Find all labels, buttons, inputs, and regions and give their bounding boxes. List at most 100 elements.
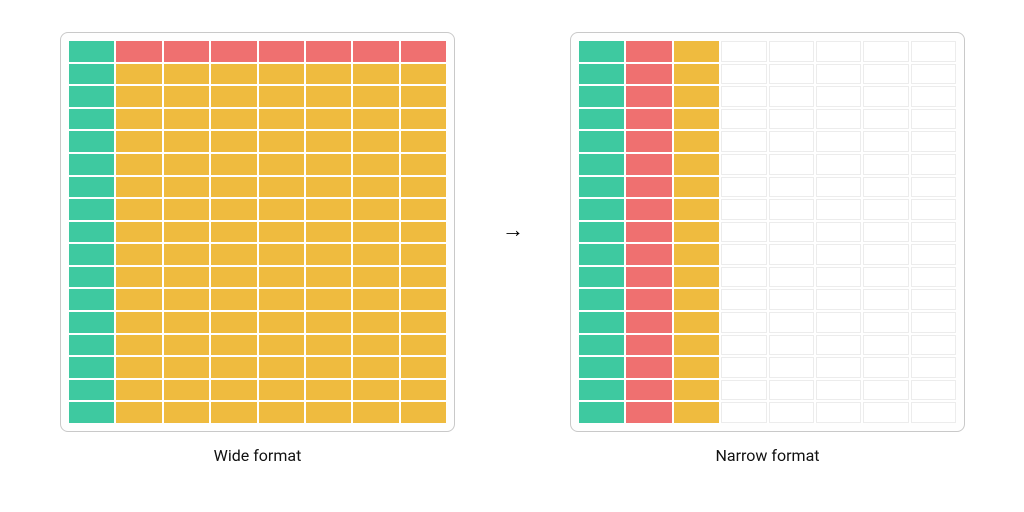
grid-cell — [769, 64, 814, 85]
grid-cell — [911, 335, 956, 356]
grid-cell — [69, 177, 114, 198]
grid-cell — [306, 267, 351, 288]
grid-cell — [911, 64, 956, 85]
arrow-icon: → — [502, 220, 524, 242]
grid-cell — [911, 289, 956, 310]
grid-cell — [69, 244, 114, 265]
grid-cell — [911, 131, 956, 152]
wide-format-grid — [69, 41, 446, 423]
grid-cell — [211, 199, 256, 220]
grid-cell — [863, 244, 908, 265]
grid-cell — [579, 244, 624, 265]
grid-cell — [211, 109, 256, 130]
grid-cell — [306, 357, 351, 378]
grid-cell — [211, 357, 256, 378]
grid-cell — [69, 312, 114, 333]
grid-cell — [116, 199, 161, 220]
grid-cell — [69, 222, 114, 243]
grid-cell — [306, 64, 351, 85]
grid-cell — [164, 267, 209, 288]
grid-cell — [579, 131, 624, 152]
grid-cell — [353, 222, 398, 243]
grid-cell — [116, 86, 161, 107]
grid-cell — [164, 109, 209, 130]
grid-cell — [211, 64, 256, 85]
grid-cell — [306, 289, 351, 310]
grid-cell — [816, 41, 861, 62]
grid-cell — [164, 131, 209, 152]
grid-cell — [674, 109, 719, 130]
grid-cell — [259, 244, 304, 265]
grid-cell — [164, 312, 209, 333]
grid-cell — [626, 357, 671, 378]
grid-cell — [863, 222, 908, 243]
grid-cell — [911, 222, 956, 243]
grid-cell — [353, 154, 398, 175]
grid-cell — [164, 289, 209, 310]
grid-cell — [579, 335, 624, 356]
grid-cell — [911, 199, 956, 220]
grid-cell — [116, 222, 161, 243]
grid-cell — [69, 199, 114, 220]
grid-cell — [69, 109, 114, 130]
narrow-format-caption: Narrow format — [570, 446, 965, 465]
grid-cell — [769, 131, 814, 152]
grid-cell — [863, 86, 908, 107]
grid-cell — [116, 131, 161, 152]
grid-cell — [911, 86, 956, 107]
grid-cell — [674, 357, 719, 378]
grid-cell — [164, 244, 209, 265]
grid-cell — [401, 64, 446, 85]
grid-cell — [721, 154, 766, 175]
grid-cell — [259, 177, 304, 198]
grid-cell — [911, 267, 956, 288]
grid-cell — [721, 380, 766, 401]
grid-cell — [164, 199, 209, 220]
grid-cell — [721, 312, 766, 333]
grid-cell — [674, 244, 719, 265]
grid-cell — [259, 64, 304, 85]
grid-cell — [259, 199, 304, 220]
grid-cell — [211, 86, 256, 107]
grid-cell — [69, 131, 114, 152]
grid-cell — [306, 402, 351, 423]
grid-cell — [259, 131, 304, 152]
grid-cell — [259, 267, 304, 288]
grid-cell — [69, 154, 114, 175]
grid-cell — [306, 199, 351, 220]
wide-format-caption: Wide format — [60, 446, 455, 465]
narrow-format-grid — [579, 41, 956, 423]
grid-cell — [116, 109, 161, 130]
grid-cell — [911, 244, 956, 265]
grid-cell — [116, 380, 161, 401]
grid-cell — [211, 154, 256, 175]
grid-cell — [674, 177, 719, 198]
grid-cell — [69, 357, 114, 378]
grid-cell — [353, 64, 398, 85]
grid-cell — [164, 402, 209, 423]
grid-cell — [863, 289, 908, 310]
grid-cell — [116, 402, 161, 423]
grid-cell — [579, 86, 624, 107]
grid-cell — [69, 41, 114, 62]
grid-cell — [306, 109, 351, 130]
grid-cell — [401, 244, 446, 265]
grid-cell — [116, 64, 161, 85]
grid-cell — [769, 86, 814, 107]
grid-cell — [353, 312, 398, 333]
grid-cell — [626, 335, 671, 356]
grid-cell — [911, 109, 956, 130]
grid-cell — [674, 267, 719, 288]
grid-cell — [816, 177, 861, 198]
grid-cell — [816, 357, 861, 378]
grid-cell — [769, 312, 814, 333]
grid-cell — [769, 177, 814, 198]
grid-cell — [674, 312, 719, 333]
grid-cell — [69, 64, 114, 85]
grid-cell — [626, 154, 671, 175]
grid-cell — [721, 335, 766, 356]
grid-cell — [211, 312, 256, 333]
grid-cell — [863, 41, 908, 62]
grid-cell — [211, 177, 256, 198]
grid-cell — [116, 312, 161, 333]
